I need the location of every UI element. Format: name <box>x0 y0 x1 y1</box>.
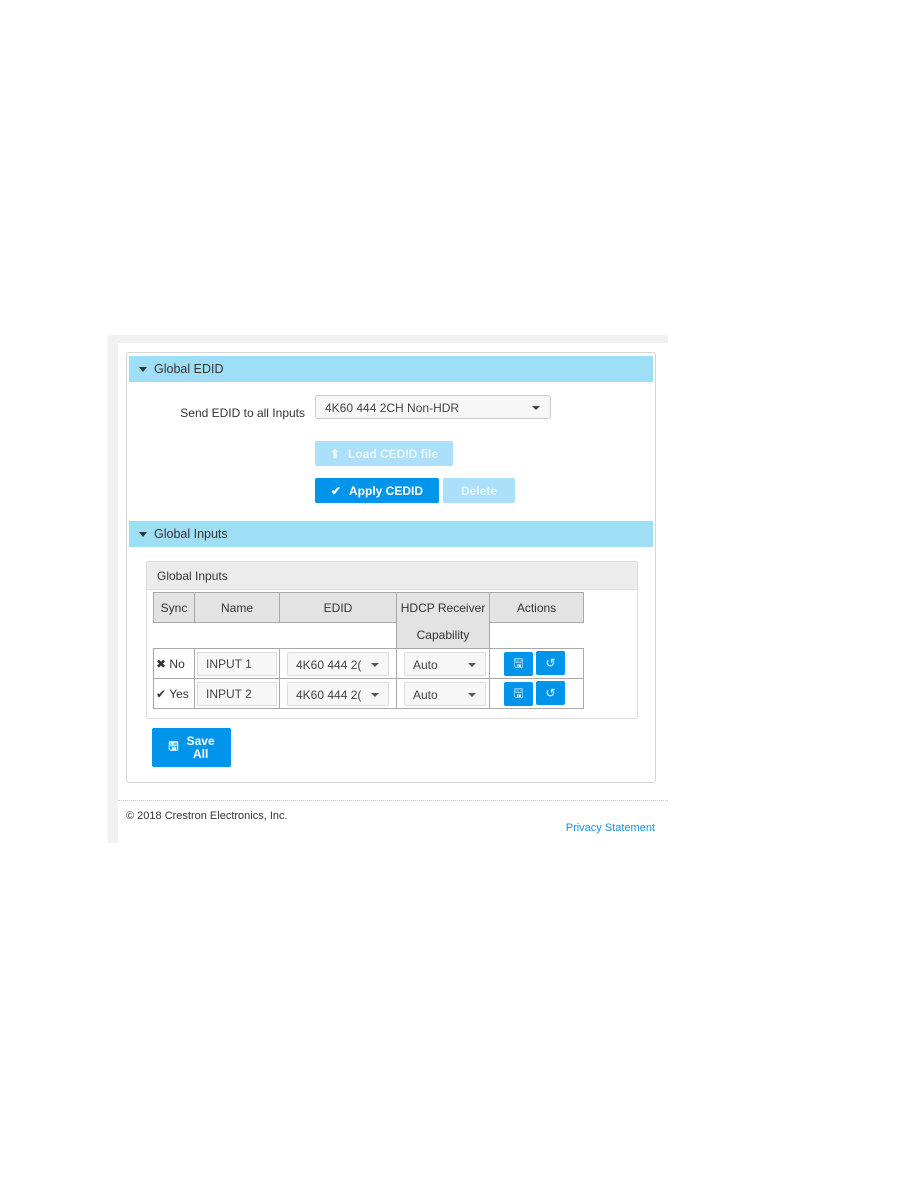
caret-down-icon <box>139 366 147 372</box>
name-cell: INPUT 2 <box>194 678 280 709</box>
save-row-button[interactable]: 🖫 <box>504 682 533 707</box>
x-icon: ✖ <box>156 656 167 671</box>
settings-card: Global EDID Send EDID to all Inputs 4K60… <box>126 352 656 783</box>
global-inputs-panel: Global Inputs Sync Name EDID HDCP Receiv… <box>146 561 638 719</box>
edid-select[interactable]: 4K60 444 2( <box>287 651 389 676</box>
upload-icon: ⬆ <box>329 446 341 461</box>
table-row: ✖ No INPUT 1 4K60 444 2(Auto 🖫 ↺ <box>153 648 584 679</box>
privacy-statement-link[interactable]: Privacy Statement <box>566 822 655 834</box>
edid-cell: 4K60 444 2( <box>279 648 397 679</box>
copyright-text: © 2018 Crestron Electronics, Inc. <box>126 810 288 822</box>
edid-select[interactable]: 4K60 444 2( <box>287 681 389 706</box>
sync-status: No <box>169 656 185 671</box>
hdcp-header-line2: Capability <box>396 622 490 649</box>
global-inputs-header[interactable]: Global Inputs <box>129 521 653 547</box>
hdcp-value: Auto <box>413 657 438 672</box>
edid-cell: 4K60 444 2( <box>279 678 397 709</box>
table-row: ✔ Yes INPUT 2 4K60 444 2(Auto 🖫 ↺ <box>153 678 584 709</box>
column-header-actions: Actions <box>489 592 584 623</box>
hdcp-header-line1: HDCP Receiver <box>400 600 486 615</box>
name-cell: INPUT 1 <box>194 648 280 679</box>
caret-down-icon <box>371 662 379 667</box>
revert-row-button[interactable]: ↺ <box>536 680 565 705</box>
input-name-field[interactable]: INPUT 2 <box>197 681 277 706</box>
revert-row-button[interactable]: ↺ <box>536 650 565 675</box>
floppy-disk-icon: 🖫 <box>168 739 179 753</box>
edid-value: 4K60 444 2( <box>296 657 362 672</box>
undo-icon: ↺ <box>545 685 556 700</box>
input-name-field[interactable]: INPUT 1 <box>197 651 277 676</box>
load-cedid-label: Load CEDID file <box>348 446 439 461</box>
footer-divider <box>118 800 668 801</box>
caret-down-icon <box>468 692 476 697</box>
hdcp-select[interactable]: Auto <box>404 651 486 676</box>
undo-icon: ↺ <box>545 655 556 670</box>
delete-button[interactable]: Delete <box>443 478 515 503</box>
delete-label: Delete <box>460 483 498 498</box>
actions-cell: 🖫 ↺ <box>489 678 584 709</box>
column-header-edid: EDID <box>279 592 397 623</box>
content-area: Global EDID Send EDID to all Inputs 4K60… <box>118 343 668 843</box>
hdcp-cell: Auto <box>396 678 490 709</box>
hdcp-cell: Auto <box>396 648 490 679</box>
caret-down-icon <box>139 531 147 537</box>
apply-cedid-label: Apply CEDID <box>349 483 424 498</box>
panel-title: Global Inputs <box>147 562 637 590</box>
global-edid-header[interactable]: Global EDID <box>129 356 653 382</box>
save-all-label-line1: Save <box>186 733 215 748</box>
save-all-label-line2: All <box>192 746 209 761</box>
column-header-hdcp: HDCP Receiver Capability <box>396 592 490 649</box>
check-icon: ✔ <box>156 686 167 701</box>
caret-down-icon <box>532 406 540 410</box>
edid-value: 4K60 444 2( <box>296 687 362 702</box>
floppy-disk-icon: 🖫 <box>513 655 524 670</box>
load-cedid-button[interactable]: ⬆ Load CEDID file <box>315 441 453 466</box>
sync-cell: ✔ Yes <box>153 678 195 709</box>
page-frame: Global EDID Send EDID to all Inputs 4K60… <box>108 335 668 843</box>
sync-status: Yes <box>169 686 189 701</box>
send-edid-value: 4K60 444 2CH Non-HDR <box>325 401 460 415</box>
save-all-label: Save All <box>186 733 215 761</box>
check-icon: ✔ <box>330 483 342 498</box>
save-row-button[interactable]: 🖫 <box>504 652 533 677</box>
section-title: Global Inputs <box>154 527 228 541</box>
section-title: Global EDID <box>154 362 224 376</box>
apply-cedid-button[interactable]: ✔ Apply CEDID <box>315 478 439 503</box>
sync-cell: ✖ No <box>153 648 195 679</box>
save-all-button[interactable]: 🖫 Save All <box>152 728 231 767</box>
column-header-sync: Sync <box>153 592 195 623</box>
column-header-name: Name <box>194 592 280 623</box>
send-edid-select[interactable]: 4K60 444 2CH Non-HDR <box>315 395 551 419</box>
caret-down-icon <box>371 692 379 697</box>
caret-down-icon <box>468 662 476 667</box>
inputs-table: Sync Name EDID HDCP Receiver Capability … <box>153 592 584 709</box>
send-edid-label: Send EDID to all Inputs <box>180 406 305 420</box>
actions-cell: 🖫 ↺ <box>489 648 584 679</box>
hdcp-value: Auto <box>413 687 438 702</box>
hdcp-select[interactable]: Auto <box>404 681 486 706</box>
floppy-disk-icon: 🖫 <box>513 685 524 700</box>
